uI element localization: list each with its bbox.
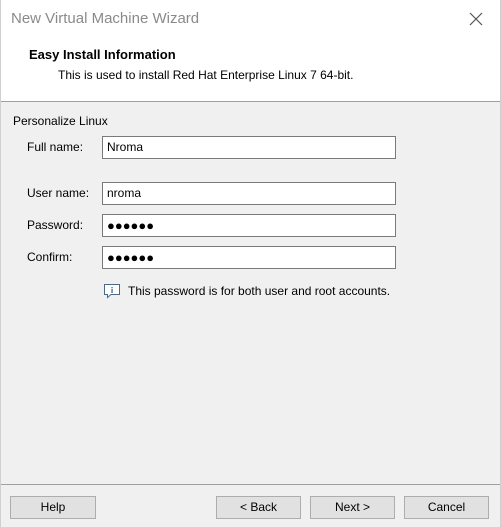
title-bar: New Virtual Machine Wizard — [1, 0, 500, 38]
info-icon — [103, 283, 121, 299]
back-button[interactable]: < Back — [216, 496, 301, 519]
close-icon[interactable] — [462, 7, 488, 31]
help-button[interactable]: Help — [10, 496, 96, 519]
confirm-field[interactable]: ●●●●●● — [102, 246, 396, 269]
page-title: Easy Install Information — [29, 47, 176, 62]
cancel-button[interactable]: Cancel — [404, 496, 489, 519]
confirm-label: Confirm: — [27, 250, 73, 264]
password-label: Password: — [27, 218, 84, 232]
group-label: Personalize Linux — [13, 114, 108, 128]
next-button[interactable]: Next > — [310, 496, 395, 519]
full-name-field[interactable]: Nroma — [102, 136, 396, 159]
user-name-field[interactable]: nroma — [102, 182, 396, 205]
password-info-text: This password is for both user and root … — [128, 284, 391, 298]
page-subtitle: This is used to install Red Hat Enterpri… — [58, 68, 354, 82]
footer-divider — [1, 484, 500, 485]
window-title: New Virtual Machine Wizard — [11, 10, 200, 27]
full-name-label: Full name: — [27, 140, 84, 154]
user-name-label: User name: — [27, 186, 90, 200]
password-field[interactable]: ●●●●●● — [102, 214, 396, 237]
wizard-window: New Virtual Machine Wizard Easy Install … — [0, 0, 501, 527]
wizard-header: Easy Install Information This is used to… — [1, 38, 500, 102]
